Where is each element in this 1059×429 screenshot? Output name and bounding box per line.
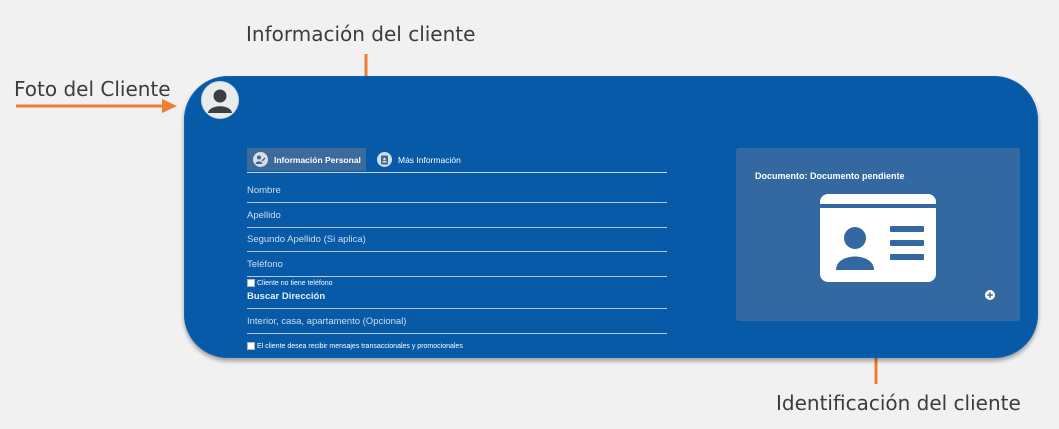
buscar-direccion-placeholder: Buscar Dirección bbox=[247, 291, 326, 302]
user-silhouette-icon bbox=[208, 89, 232, 113]
marketing-checkbox-row[interactable]: El cliente desea recibir mensajes transa… bbox=[247, 342, 463, 350]
callout-client-info: Información del cliente bbox=[246, 22, 476, 46]
tab-informacion-personal[interactable]: Información Personal bbox=[247, 148, 366, 171]
no-phone-checkbox[interactable] bbox=[247, 279, 255, 287]
id-card-icon bbox=[820, 194, 936, 282]
segundo-apellido-placeholder: Segundo Apellido (Si aplica) bbox=[247, 234, 366, 245]
nombre-field[interactable]: Nombre bbox=[247, 184, 667, 203]
interior-placeholder: Interior, casa, apartamento (Opcional) bbox=[247, 316, 407, 327]
document-title: Documento: Documento pendiente bbox=[755, 171, 905, 181]
apellido-placeholder: Apellido bbox=[247, 210, 281, 221]
telefono-field[interactable]: Teléfono bbox=[247, 258, 667, 277]
tab-label: Más Información bbox=[398, 154, 461, 165]
client-tabs: Información Personal Más Información bbox=[247, 148, 667, 173]
segundo-apellido-field[interactable]: Segundo Apellido (Si aplica) bbox=[247, 233, 667, 252]
apellido-field[interactable]: Apellido bbox=[247, 209, 667, 228]
document-panel: Documento: Documento pendiente bbox=[736, 148, 1020, 321]
plus-circle-icon[interactable] bbox=[985, 290, 995, 300]
callout-client-id: Identificación del cliente bbox=[776, 391, 1021, 415]
interior-field[interactable]: Interior, casa, apartamento (Opcional) bbox=[247, 315, 667, 334]
marketing-checkbox-label: El cliente desea recibir mensajes transa… bbox=[257, 342, 463, 350]
no-phone-checkbox-row[interactable]: Cliente no tiene teléfono bbox=[247, 279, 333, 287]
tab-mas-informacion[interactable]: Más Información bbox=[377, 148, 497, 171]
buscar-direccion-field[interactable]: Buscar Dirección bbox=[247, 290, 667, 309]
no-phone-checkbox-label: Cliente no tiene teléfono bbox=[257, 279, 333, 287]
tab-label: Información Personal bbox=[274, 154, 361, 165]
nombre-placeholder: Nombre bbox=[247, 185, 281, 196]
telefono-placeholder: Teléfono bbox=[247, 259, 283, 270]
marketing-checkbox[interactable] bbox=[247, 342, 255, 350]
user-edit-icon bbox=[253, 152, 268, 167]
client-photo-avatar[interactable] bbox=[201, 81, 239, 119]
arrow-right-icon bbox=[16, 99, 177, 113]
contact-card-icon bbox=[377, 152, 392, 167]
